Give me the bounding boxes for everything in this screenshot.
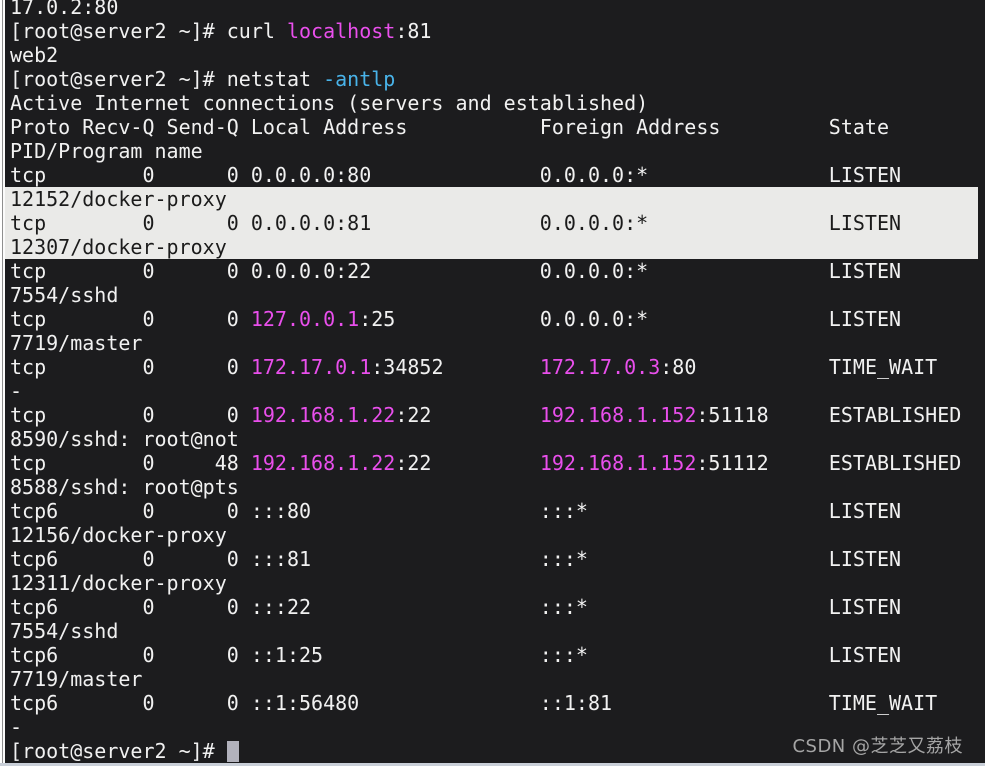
terminal-text: :51112 ESTABLISHED bbox=[696, 451, 962, 475]
terminal-text-magenta: 192.168.1.22 bbox=[250, 451, 396, 475]
terminal-text: tcp6 0 0 ::1:25 :::* LISTEN bbox=[10, 643, 902, 667]
terminal-text-magenta: 172.17.0.1 bbox=[250, 355, 372, 379]
terminal-text: 7554/sshd bbox=[10, 619, 119, 643]
terminal-screen[interactable]: 17.0.2:80 [root@server2 ~]# curl localhos… bbox=[5, 0, 978, 763]
terminal-text: :80 TIME_WAIT bbox=[660, 355, 938, 379]
terminal-text-magenta: 192.168.1.152 bbox=[539, 403, 697, 427]
clipped-output-line: 17.0.2:80 bbox=[5, 0, 978, 19]
netstat-header: Proto Recv-Q Send-Q Local Address Foreig… bbox=[5, 115, 978, 139]
prompt-netstat-command: [root@server2 ~]# netstat -antlp bbox=[5, 67, 978, 91]
terminal-text: tcp 0 0 bbox=[10, 403, 251, 427]
terminal-text: 7719/master bbox=[10, 667, 143, 691]
netstat-pid-line: - bbox=[5, 379, 978, 403]
netstat-pid-line: 7554/sshd bbox=[5, 283, 978, 307]
terminal-cursor bbox=[226, 741, 239, 762]
terminal-text: Active Internet connections (servers and… bbox=[10, 91, 649, 115]
terminal-text: tcp 0 0 0.0.0.0:80 0.0.0.0:* LISTEN bbox=[10, 163, 902, 187]
netstat-row: tcp 0 0 192.168.1.22:22 192.168.1.152:51… bbox=[5, 403, 978, 427]
prompt-curl-command: [root@server2 ~]# curl localhost:81 bbox=[5, 19, 978, 43]
curl-output: web2 bbox=[5, 43, 978, 67]
terminal-text: [root@server2 ~]# bbox=[10, 739, 227, 763]
netstat-row: tcp 0 0 0.0.0.0:81 0.0.0.0:* LISTEN bbox=[5, 211, 978, 235]
netstat-row: tcp 0 0 0.0.0.0:22 0.0.0.0:* LISTEN bbox=[5, 259, 978, 283]
netstat-pid-line: 8590/sshd: root@not bbox=[5, 427, 978, 451]
terminal-text: tcp6 0 0 :::81 :::* LISTEN bbox=[10, 547, 902, 571]
terminal-text: [root@server2 ~]# curl bbox=[10, 19, 287, 43]
terminal-text: :22 bbox=[395, 403, 540, 427]
netstat-header-wrap: PID/Program name bbox=[5, 139, 978, 163]
terminal-text: tcp 0 0 bbox=[10, 307, 251, 331]
terminal-text: :51118 ESTABLISHED bbox=[696, 403, 962, 427]
terminal-text-cyan: -antlp bbox=[323, 67, 396, 91]
netstat-pid-line: 12152/docker-proxy bbox=[5, 187, 978, 211]
netstat-pid-line: 8588/sshd: root@pts bbox=[5, 475, 978, 499]
terminal-text: :81 bbox=[395, 19, 432, 43]
terminal-text: tcp 0 0 0.0.0.0:81 0.0.0.0:* LISTEN bbox=[10, 211, 902, 235]
terminal-text: :34852 bbox=[371, 355, 540, 379]
netstat-row: tcp6 0 0 :::80 :::* LISTEN bbox=[5, 499, 978, 523]
window-left-edge bbox=[0, 0, 5, 766]
terminal-text: 7719/master bbox=[10, 331, 143, 355]
netstat-pid-line: 7719/master bbox=[5, 331, 978, 355]
terminal-text: tcp 0 0 bbox=[10, 355, 251, 379]
terminal-text-magenta: 192.168.1.152 bbox=[539, 451, 697, 475]
terminal-text: 12311/docker-proxy bbox=[10, 571, 227, 595]
terminal-text: 12307/docker-proxy bbox=[10, 235, 227, 259]
terminal-text: tcp 0 0 0.0.0.0:22 0.0.0.0:* LISTEN bbox=[10, 259, 902, 283]
terminal-text: 7554/sshd bbox=[10, 283, 119, 307]
netstat-row: tcp 0 0 172.17.0.1:34852 172.17.0.3:80 T… bbox=[5, 355, 978, 379]
netstat-row: tcp6 0 0 ::1:56480 ::1:81 TIME_WAIT bbox=[5, 691, 978, 715]
terminal-text: tcp6 0 0 ::1:56480 ::1:81 TIME_WAIT bbox=[10, 691, 938, 715]
terminal-text: [root@server2 ~]# netstat bbox=[10, 67, 324, 91]
netstat-row: tcp 0 0 0.0.0.0:80 0.0.0.0:* LISTEN bbox=[5, 163, 978, 187]
terminal-text: 8590/sshd: root@not bbox=[10, 427, 239, 451]
netstat-row: tcp6 0 0 ::1:25 :::* LISTEN bbox=[5, 643, 978, 667]
netstat-pid-line: 12311/docker-proxy bbox=[5, 571, 978, 595]
terminal-text: tcp6 0 0 :::22 :::* LISTEN bbox=[10, 595, 902, 619]
terminal-text: 12152/docker-proxy bbox=[10, 187, 227, 211]
terminal-text: :22 bbox=[395, 451, 540, 475]
netstat-row: tcp 0 48 192.168.1.22:22 192.168.1.152:5… bbox=[5, 451, 978, 475]
terminal-text: :25 0.0.0.0:* LISTEN bbox=[359, 307, 902, 331]
netstat-pid-line: 12156/docker-proxy bbox=[5, 523, 978, 547]
terminal-text-magenta: localhost bbox=[286, 19, 396, 43]
terminal-text: - bbox=[10, 379, 23, 403]
csdn-watermark: CSDN @芝芝又荔枝 bbox=[792, 736, 963, 757]
terminal-text: - bbox=[10, 715, 23, 739]
terminal-text: PID/Program name bbox=[10, 139, 203, 163]
terminal-text-magenta: 172.17.0.3 bbox=[539, 355, 661, 379]
netstat-pid-line: 7719/master bbox=[5, 667, 978, 691]
netstat-pid-line: 7554/sshd bbox=[5, 619, 978, 643]
netstat-row: tcp 0 0 127.0.0.1:25 0.0.0.0:* LISTEN bbox=[5, 307, 978, 331]
netstat-row: tcp6 0 0 :::22 :::* LISTEN bbox=[5, 595, 978, 619]
terminal-text-magenta: 127.0.0.1 bbox=[250, 307, 360, 331]
netstat-row: tcp6 0 0 :::81 :::* LISTEN bbox=[5, 547, 978, 571]
terminal-text: tcp 0 48 bbox=[10, 451, 251, 475]
netstat-banner: Active Internet connections (servers and… bbox=[5, 91, 978, 115]
terminal-text: Proto Recv-Q Send-Q Local Address Foreig… bbox=[10, 115, 889, 139]
netstat-pid-line: 12307/docker-proxy bbox=[5, 235, 978, 259]
terminal-text: 12156/docker-proxy bbox=[10, 523, 227, 547]
terminal-text-magenta: 192.168.1.22 bbox=[250, 403, 396, 427]
terminal-text: 17.0.2:80 bbox=[10, 0, 119, 19]
terminal-text: tcp6 0 0 :::80 :::* LISTEN bbox=[10, 499, 902, 523]
terminal-text: web2 bbox=[10, 43, 59, 67]
terminal-text: 8588/sshd: root@pts bbox=[10, 475, 239, 499]
